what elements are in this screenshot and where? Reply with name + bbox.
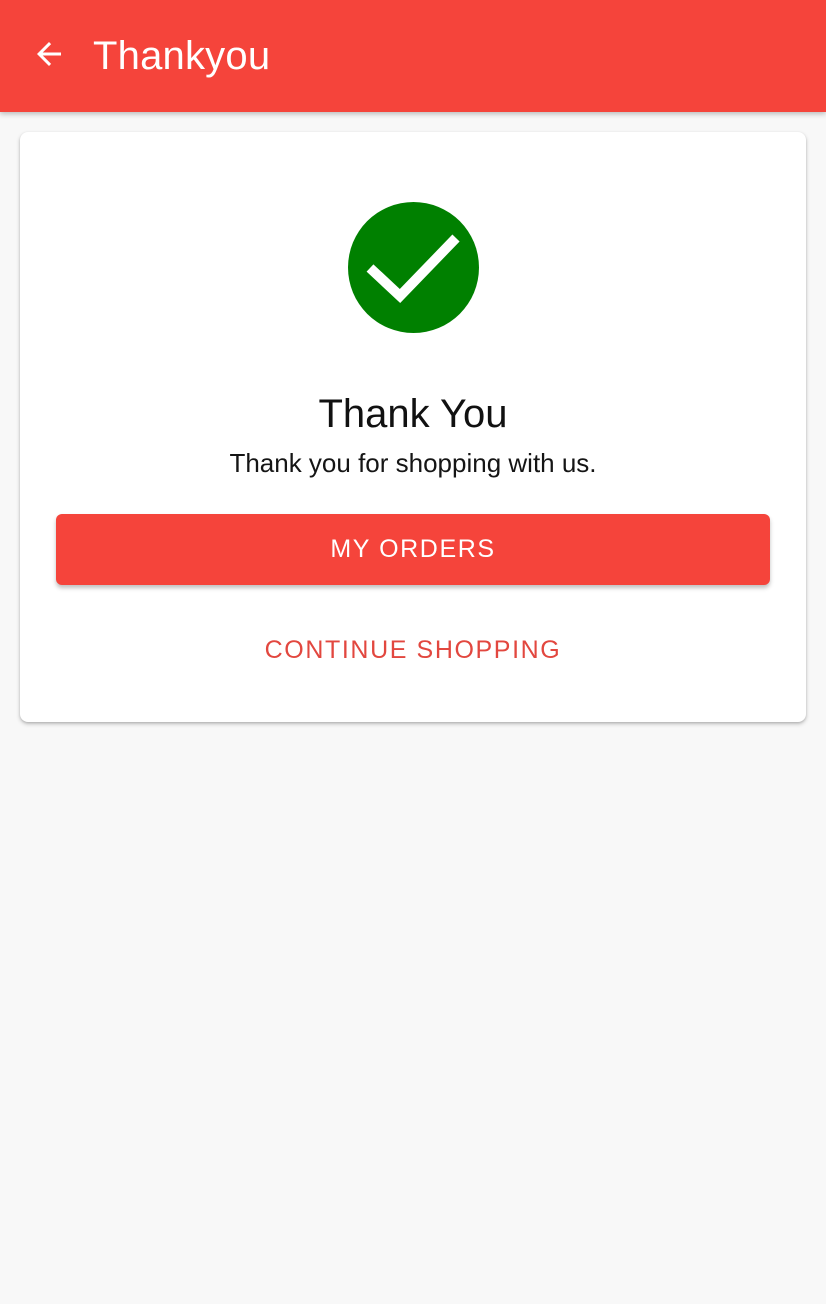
arrow-left-icon bbox=[31, 36, 67, 77]
my-orders-button[interactable]: MY ORDERS bbox=[56, 514, 770, 585]
app-bar: Thankyou bbox=[0, 0, 826, 112]
thank-you-card: Thank You Thank you for shopping with us… bbox=[20, 132, 806, 722]
check-circle-icon bbox=[348, 202, 479, 333]
continue-shopping-button[interactable]: CONTINUE SHOPPING bbox=[56, 614, 770, 686]
page-title: Thankyou bbox=[93, 34, 271, 78]
back-button[interactable] bbox=[24, 32, 74, 80]
thank-you-heading: Thank You bbox=[318, 392, 508, 436]
thank-you-message: Thank you for shopping with us. bbox=[229, 448, 597, 478]
